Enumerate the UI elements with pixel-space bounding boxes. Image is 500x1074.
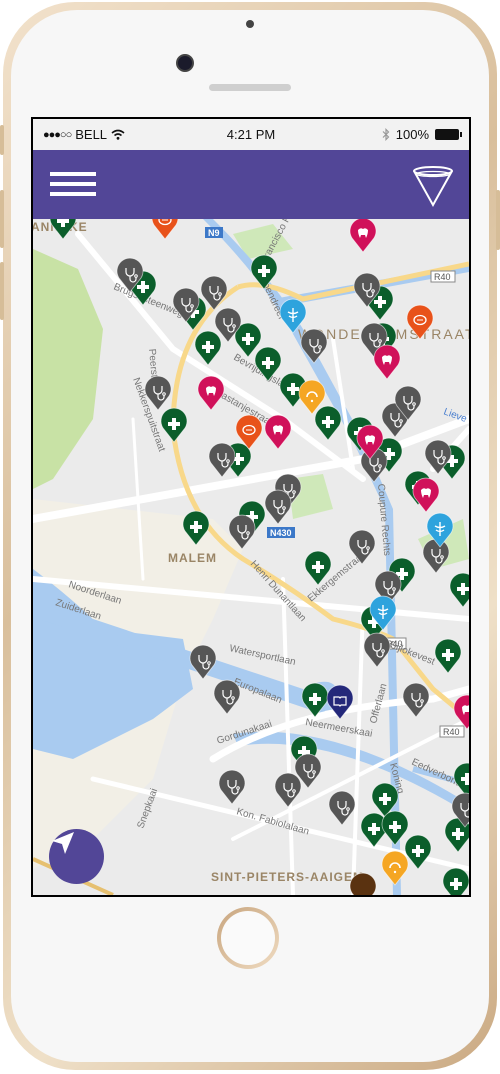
volume-up-button [0,190,4,248]
road-shield: R40 [434,272,451,282]
map-label: SINT-PIETERS-AAIGEM [211,870,364,884]
road-shield: R40 [443,727,460,737]
road-shield: N430 [270,528,292,538]
locate-me-button[interactable] [49,829,104,884]
power-button [496,190,500,250]
map-view[interactable]: ANNEKE WONDELGEMSTRAAT MALEM SINT-PIETER… [33,219,469,895]
bluetooth-icon [382,128,390,141]
mute-switch [0,125,4,155]
battery-percent: 100% [395,127,429,142]
status-bar: ●●●○○ BELL 4:21 PM 100% [33,119,469,150]
map-label: MALEM [168,551,217,565]
pharmacy-marker[interactable] [442,867,469,895]
app-header [33,150,469,219]
phone-screen: ●●●○○ BELL 4:21 PM 100% MALEM SINT-PIETE… [31,117,471,897]
map-canvas[interactable]: ANNEKE WONDELGEMSTRAAT MALEM SINT-PIETER… [33,219,469,895]
home-button[interactable] [217,907,279,969]
battery-icon [435,129,462,140]
map-base [33,219,469,895]
volume-down-button [0,262,4,320]
road-shield: N9 [208,228,220,238]
hamburger-menu-button[interactable] [50,170,98,198]
funnel-filter-icon[interactable] [411,164,455,208]
earpiece-speaker [209,84,291,91]
other-marker[interactable] [349,872,377,895]
front-camera [176,54,194,72]
navigation-arrow-icon [52,832,74,854]
proximity-sensor [246,20,254,28]
